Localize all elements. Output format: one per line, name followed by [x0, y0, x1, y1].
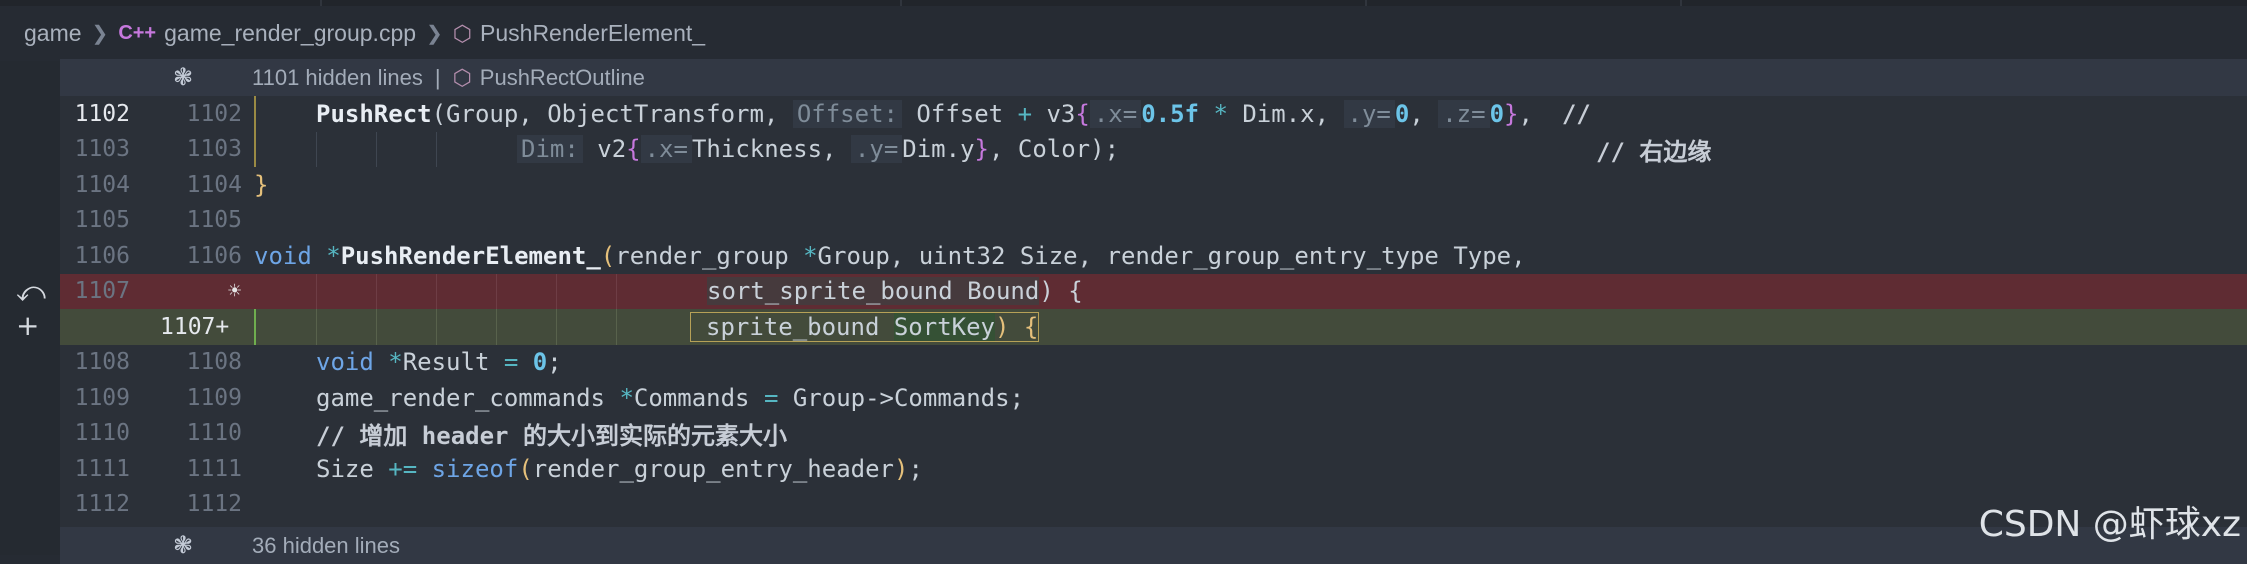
code-line-1103[interactable]: 1103 1103 Dim: v2{.x= Thickness, .y= Dim.y…	[60, 131, 2247, 167]
change-marker	[254, 309, 256, 345]
breadcrumb-symbol[interactable]: PushRenderElement_	[480, 20, 705, 47]
code-line-1110[interactable]: 1110 1110 // 增加 header 的大小到实际的元素大小	[60, 416, 2247, 452]
watermark: CSDN @虾球xz	[1978, 504, 2241, 545]
hidden-lines-count: 1101 hidden lines	[252, 64, 423, 90]
code-line-1111[interactable]: 1111 1111 Size += sizeof(render_group_en…	[60, 451, 2247, 487]
code-line-1108[interactable]: 1108 1108 void *Result = 0;	[60, 345, 2247, 381]
plus-icon[interactable]: +	[16, 309, 39, 342]
cpp-file-icon: C++	[118, 22, 157, 44]
code-line-1107-removed[interactable]: 1107 ☀ sort_sprite_bound Bound) {	[60, 273, 2247, 309]
unfold-icon[interactable]: ❃	[173, 531, 193, 560]
cube-icon: ⬡	[452, 64, 472, 90]
undo-icon[interactable]: ⤺	[16, 275, 46, 309]
code-line-1104[interactable]: 1104 1104 }	[60, 167, 2247, 203]
breadcrumb-file[interactable]: game_render_group.cpp	[164, 20, 416, 47]
code-line-1112[interactable]: 1112 1112	[60, 487, 2247, 523]
chevron-right-icon: ❯	[426, 23, 443, 45]
hidden-lines-bar-bottom[interactable]: ❃ 36 hidden lines	[60, 527, 2247, 564]
hidden-lines-symbol[interactable]: PushRectOutline	[480, 65, 645, 90]
code-line-1105[interactable]: 1105 1105	[60, 203, 2247, 239]
activity-gutter: ⤺ +	[0, 61, 60, 555]
chevron-right-icon: ❯	[91, 23, 109, 45]
breadcrumb-root[interactable]: game	[24, 20, 82, 47]
cube-icon: ⬡	[452, 20, 473, 46]
change-marker	[254, 131, 256, 167]
lightbulb-icon[interactable]: ☀	[228, 279, 241, 304]
hidden-lines-bar-top[interactable]: ❃ 1101 hidden lines | ⬡ PushRectOutline	[60, 59, 2247, 96]
code-line-1109[interactable]: 1109 1109 game_render_commands *Commands…	[60, 380, 2247, 416]
unfold-icon[interactable]: ❃	[173, 63, 193, 92]
code-line-1106[interactable]: 1106 1106 void *PushRenderElement_(rende…	[60, 238, 2247, 274]
breadcrumb: game ❯ C++ game_render_group.cpp ❯ ⬡ Pus…	[0, 6, 2247, 61]
change-marker	[254, 96, 256, 132]
code-line-1107-added[interactable]: 1107+ sprite_bound SortKey) {	[60, 309, 2247, 345]
code-line-1102[interactable]: 1102 1102 PushRect(Group, ObjectTransfor…	[60, 96, 2247, 132]
